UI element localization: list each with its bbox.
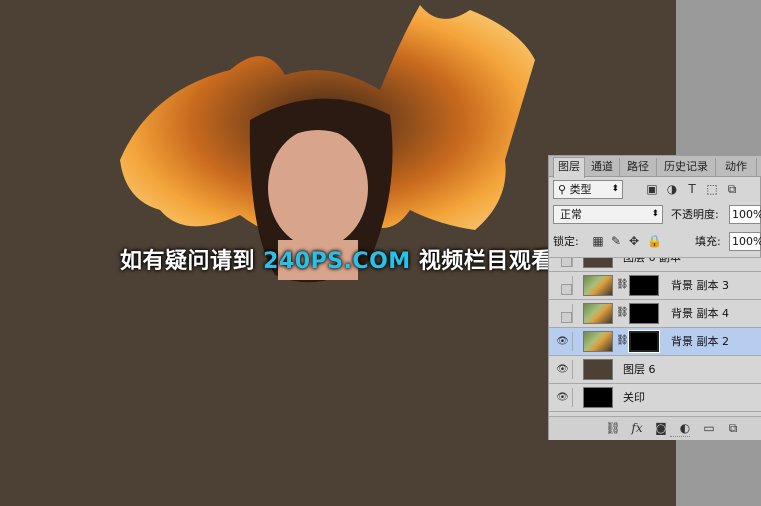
layer-thumbnail — [583, 387, 613, 408]
eye-icon: 👁 — [556, 336, 569, 347]
adjustment-icon[interactable]: ◐ — [677, 420, 693, 436]
layer-row[interactable]: 👁 图层 6 — [549, 356, 761, 384]
layer-row[interactable]: ⛓ 背景 副本 4 — [549, 300, 761, 328]
chain-link-icon[interactable]: ⛓ — [616, 307, 629, 318]
link-icon[interactable]: ⛓ — [605, 420, 621, 436]
fill-input[interactable]: 100% — [729, 232, 761, 251]
lock-row: 锁定: ▦ ✎ ✥ 🔒 填充: 100% — [553, 232, 761, 254]
lock-transparent-icon[interactable]: ▦ — [591, 234, 605, 248]
lock-pixels-icon[interactable]: ✎ — [609, 234, 623, 248]
resize-grip[interactable] — [670, 436, 690, 440]
layer-name: 图层 6 — [623, 363, 656, 376]
layers-list: 图层 6 副本 ⛓ 背景 副本 3 ⛓ 背景 副本 4 👁 ⛓ 背景 副本 2 … — [549, 257, 761, 416]
blend-mode-select[interactable]: 正常 ⬍ — [553, 205, 663, 224]
visibility-toggle[interactable]: 👁 — [553, 360, 573, 379]
tab-channels[interactable]: 通道 — [585, 158, 620, 176]
blend-row: 正常 ⬍ 不透明度: 100% — [553, 205, 761, 227]
type-filter-icon[interactable]: T — [685, 182, 699, 196]
stepper-icon: ⬍ — [651, 209, 659, 219]
layer-thumbnail — [583, 258, 613, 268]
adjustment-filter-icon[interactable]: ◑ — [665, 182, 679, 196]
layer-name: 背景 副本 4 — [671, 307, 729, 320]
hidden-box-icon — [561, 284, 572, 295]
visibility-toggle[interactable]: 👁 — [553, 388, 573, 407]
mask-icon[interactable]: ◙ — [653, 420, 669, 436]
layer-thumbnail — [583, 275, 613, 296]
visibility-toggle[interactable]: 👁 — [553, 332, 573, 351]
layer-thumbnail — [583, 303, 613, 324]
layer-name: 关印 — [623, 391, 645, 404]
layer-row[interactable]: 👁 关印 — [549, 384, 761, 412]
layer-name: 图层 6 副本 — [623, 257, 681, 264]
layer-mask-thumbnail[interactable] — [628, 330, 660, 353]
layer-mask-thumbnail[interactable] — [629, 275, 659, 296]
stepper-icon: ⬍ — [611, 184, 619, 194]
filter-row: ⚲ 类型 ⬍ ▣ ◑ T ⬚ ⧉ — [553, 180, 758, 202]
folder-icon[interactable]: ▭ — [701, 420, 717, 436]
visibility-toggle[interactable] — [553, 304, 573, 323]
layer-thumbnail — [583, 359, 613, 380]
hidden-box-icon — [561, 258, 572, 267]
lock-label: 锁定: — [553, 235, 579, 248]
opacity-label: 不透明度: — [671, 208, 719, 221]
visibility-toggle[interactable] — [553, 258, 573, 267]
smart-object-filter-icon[interactable]: ⧉ — [725, 182, 739, 196]
search-icon: ⚲ — [558, 183, 570, 196]
layer-mask-thumbnail[interactable] — [629, 303, 659, 324]
panel-footer: ⛓ fx ◙ ◐ ▭ ⧉ — [549, 416, 761, 440]
visibility-toggle[interactable] — [553, 276, 573, 295]
tab-layers[interactable]: 图层 — [553, 157, 585, 178]
layers-panel: 图层 通道 路径 历史记录 动作 ⚲ 类型 ⬍ ▣ ◑ T ⬚ ⧉ 正常 ⬍ 不透明… — [548, 155, 761, 440]
chain-link-icon[interactable]: ⛓ — [616, 335, 629, 346]
layer-row-selected[interactable]: 👁 ⛓ 背景 副本 2 — [549, 328, 761, 356]
eye-icon: 👁 — [556, 364, 569, 375]
fill-label: 填充: — [695, 235, 721, 248]
lock-position-icon[interactable]: ✥ — [627, 234, 641, 248]
opacity-input[interactable]: 100% — [729, 205, 761, 224]
layer-row[interactable]: ⛓ 背景 副本 3 — [549, 272, 761, 300]
hidden-box-icon — [561, 312, 572, 323]
tab-history[interactable]: 历史记录 — [657, 158, 716, 176]
filter-kind-select[interactable]: ⚲ 类型 ⬍ — [553, 180, 623, 199]
layer-name: 背景 副本 3 — [671, 279, 729, 292]
tab-paths[interactable]: 路径 — [620, 158, 657, 176]
shape-filter-icon[interactable]: ⬚ — [705, 182, 719, 196]
new-layer-icon[interactable]: ⧉ — [725, 420, 741, 436]
image-filter-icon[interactable]: ▣ — [645, 182, 659, 196]
layer-name: 背景 副本 2 — [671, 335, 729, 348]
lock-all-icon[interactable]: 🔒 — [647, 234, 662, 248]
tab-actions[interactable]: 动作 — [716, 158, 757, 176]
fx-icon[interactable]: fx — [629, 420, 645, 436]
layer-row[interactable]: 图层 6 副本 — [549, 257, 761, 272]
chain-link-icon[interactable]: ⛓ — [616, 279, 629, 290]
layer-thumbnail — [583, 331, 613, 352]
panel-tabs: 图层 通道 路径 历史记录 动作 — [549, 156, 761, 178]
eye-icon: 👁 — [556, 392, 569, 403]
